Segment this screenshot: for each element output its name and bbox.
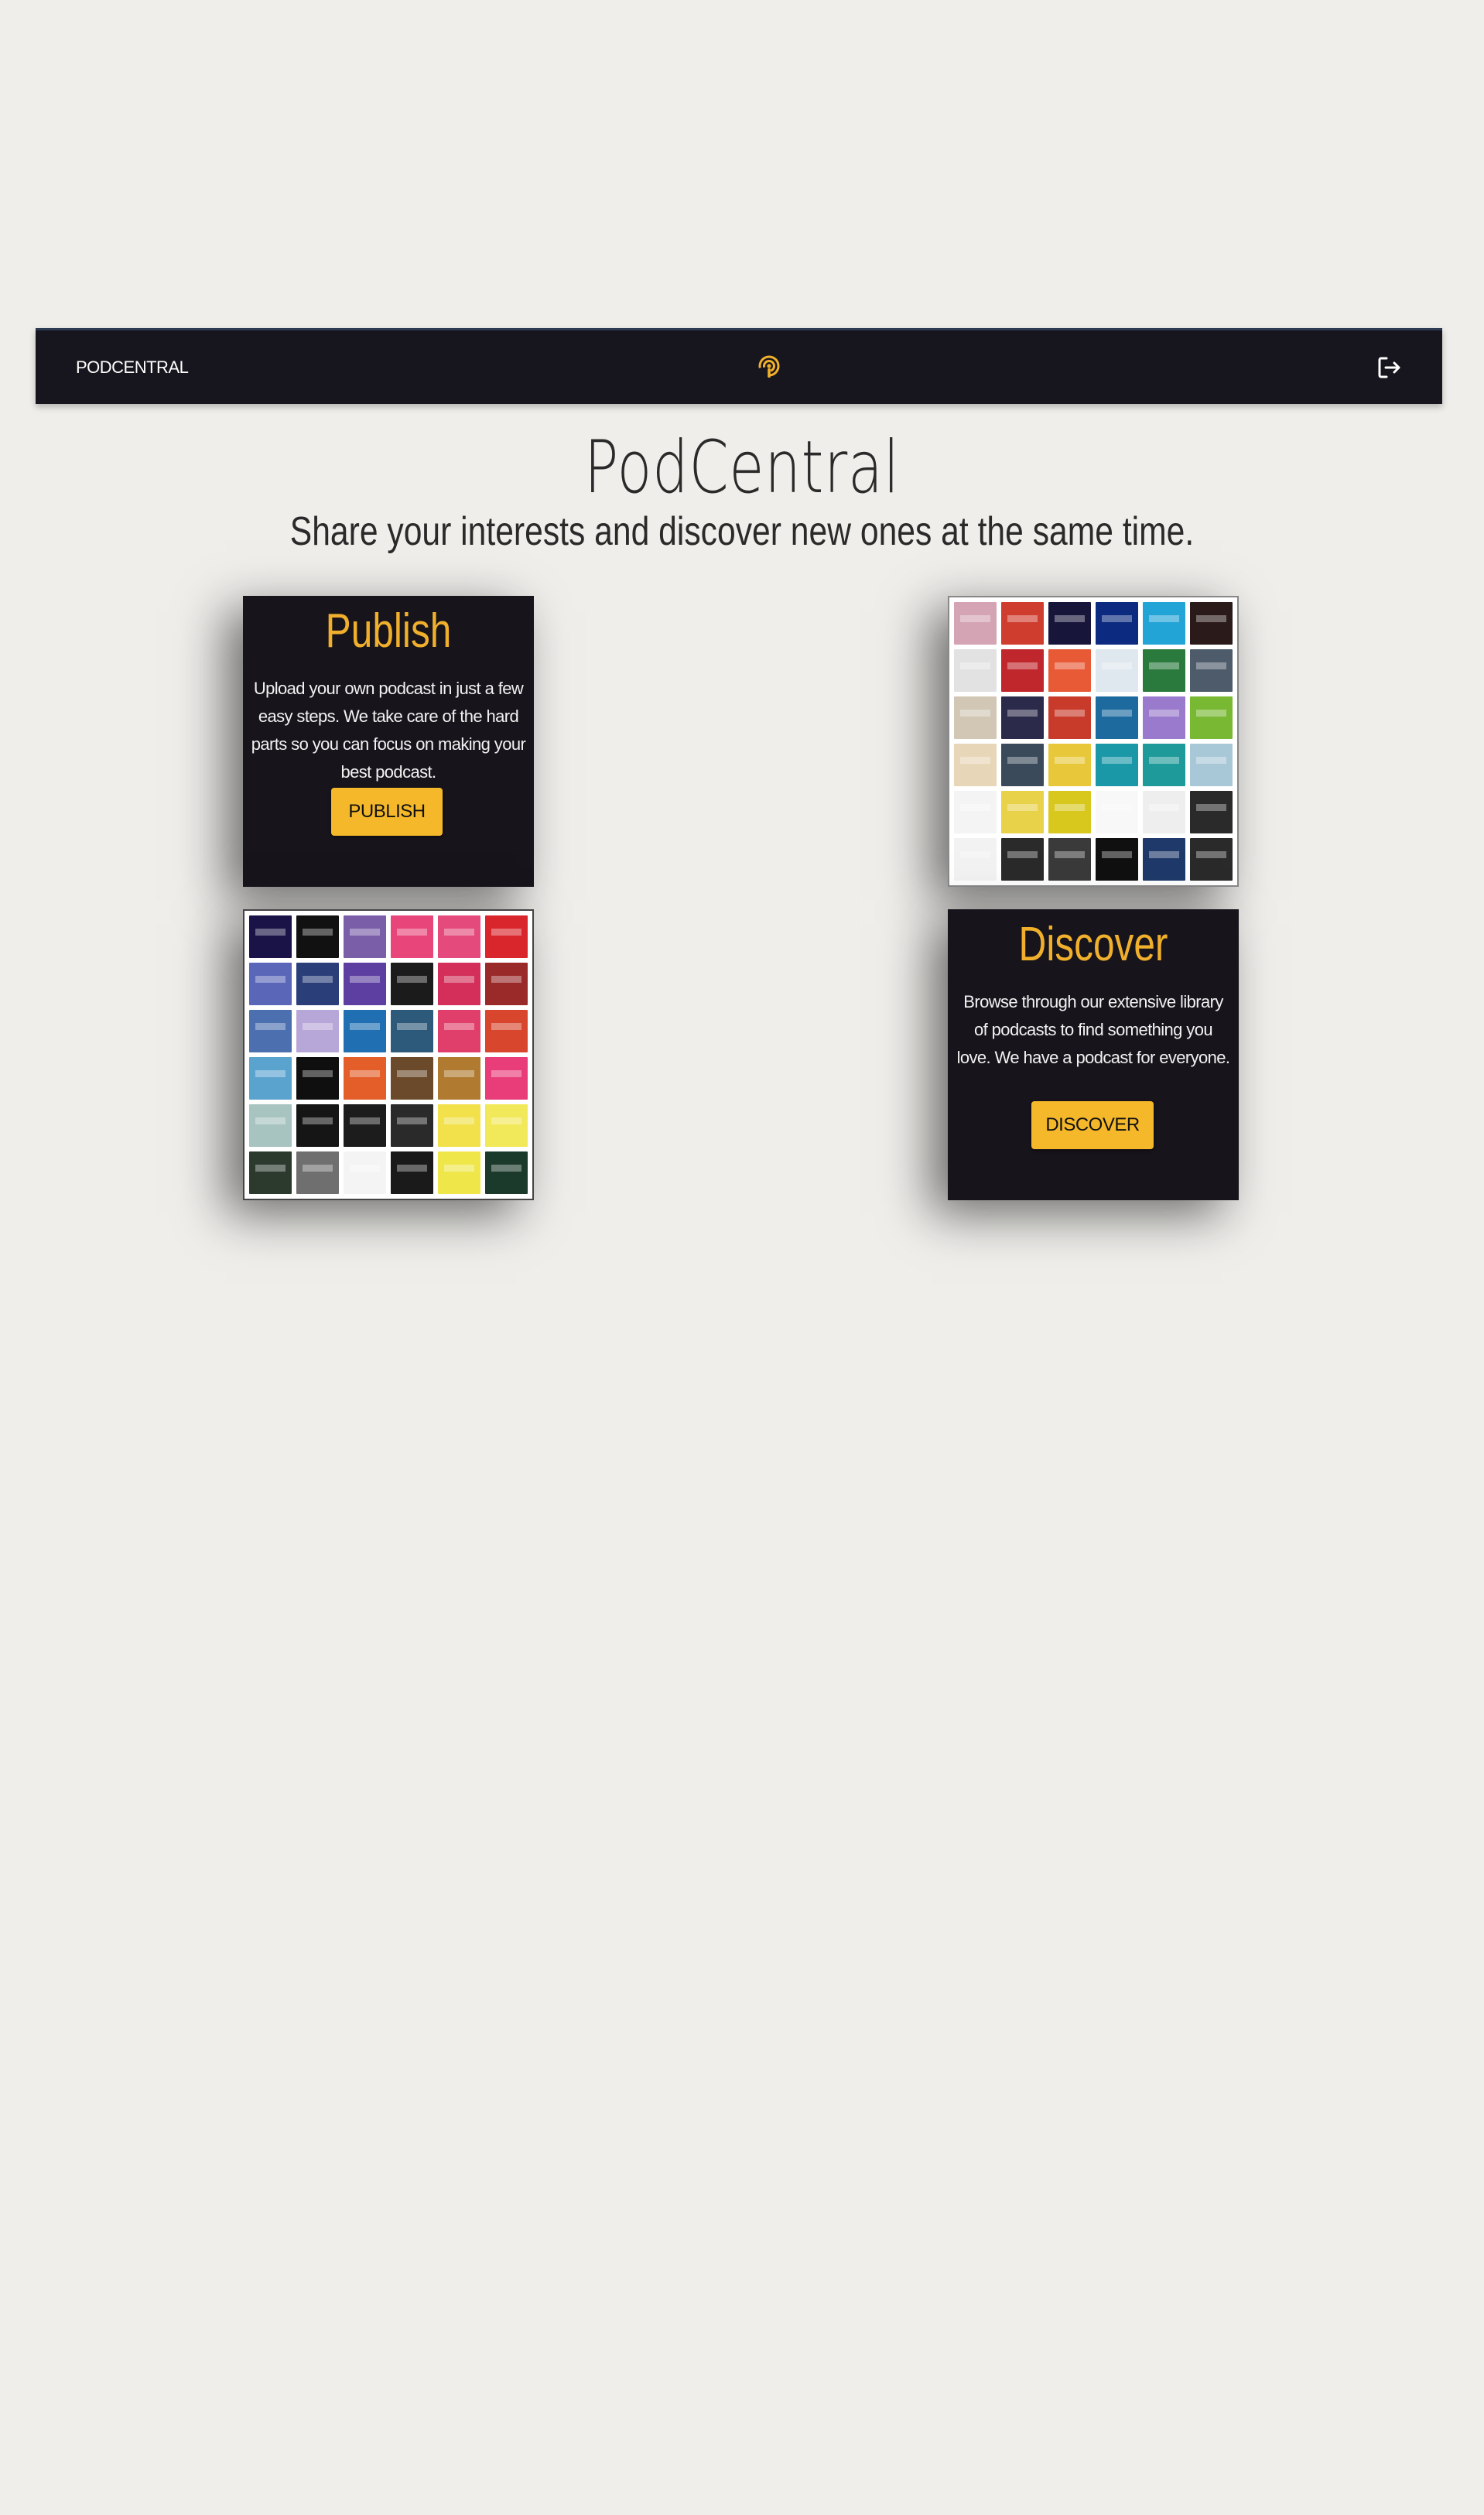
podcast-cover-tile	[391, 1151, 433, 1194]
podcast-cover-tile	[344, 963, 386, 1005]
podcast-cover-tile	[485, 1010, 528, 1052]
podcast-cover-tile	[249, 1151, 292, 1194]
discover-title: Discover	[1018, 918, 1168, 971]
podcast-cover-tile	[954, 602, 997, 645]
podcast-cover-tile	[1048, 838, 1091, 881]
podcast-cover-tile	[1001, 744, 1044, 786]
podcast-cover-tile	[485, 915, 528, 958]
podcast-cover-tile	[954, 791, 997, 833]
podcast-cover-tile	[1048, 602, 1091, 645]
podcast-cover-tile	[1190, 696, 1233, 739]
podcast-cover-tile	[344, 1010, 386, 1052]
podcast-cover-tile	[485, 1151, 528, 1194]
publish-description: Upload your own podcast in just a few ea…	[251, 679, 526, 782]
podcast-cover-tile	[249, 963, 292, 1005]
podcast-cover-tile	[1048, 791, 1091, 833]
podcast-cover-tile	[485, 1104, 528, 1147]
podcast-cover-tile	[1143, 602, 1185, 645]
podcast-cover-tile	[954, 838, 997, 881]
podcast-cover-tile	[1096, 791, 1138, 833]
podcast-cover-tile	[344, 1104, 386, 1147]
podcast-cover-tile	[438, 1104, 480, 1147]
podcast-cover-tile	[391, 1057, 433, 1100]
podcast-cover-tile	[954, 649, 997, 692]
podcast-cover-tile	[438, 963, 480, 1005]
podcast-cover-tile	[485, 963, 528, 1005]
podcast-cover-tile	[1190, 744, 1233, 786]
podcast-cover-tile	[249, 1010, 292, 1052]
podcast-cover-tile	[1190, 602, 1233, 645]
podcast-cover-tile	[1143, 791, 1185, 833]
publish-card: Publish Upload your own podcast in just …	[243, 596, 534, 887]
podcast-cover-tile	[954, 744, 997, 786]
podcast-cover-tile	[391, 915, 433, 958]
podcast-cover-tile	[344, 1151, 386, 1194]
podcast-cover-tile	[1143, 744, 1185, 786]
podcast-cover-tile	[1001, 602, 1044, 645]
podcast-cover-tile	[1096, 602, 1138, 645]
podcast-cover-tile	[1143, 649, 1185, 692]
podcast-cover-tile	[485, 1057, 528, 1100]
page-subtitle: Share your interests and discover new on…	[289, 509, 1195, 554]
podcast-cover-tile	[296, 963, 339, 1005]
podcast-cover-tile	[249, 1057, 292, 1100]
podcast-cover-tile	[1001, 696, 1044, 739]
podcast-cover-tile	[438, 915, 480, 958]
podcast-cover-tile	[1143, 838, 1185, 881]
podcast-cover-tile	[296, 1057, 339, 1100]
podcast-cover-tile	[1001, 791, 1044, 833]
podcast-cover-tile	[391, 963, 433, 1005]
podcast-cover-tile	[296, 1010, 339, 1052]
podcast-collage-image	[243, 909, 534, 1200]
podcast-cover-tile	[249, 915, 292, 958]
podcast-cover-tile	[1048, 649, 1091, 692]
discover-button[interactable]: DISCOVER	[1031, 1101, 1154, 1149]
podcast-cover-tile	[344, 1057, 386, 1100]
podcast-cover-tile	[391, 1104, 433, 1147]
publish-title: Publish	[325, 604, 452, 658]
podcast-cover-tile	[296, 1151, 339, 1194]
podcast-cover-tile	[1143, 696, 1185, 739]
podcast-cover-tile	[344, 915, 386, 958]
podcast-cover-tile	[438, 1010, 480, 1052]
podcast-cover-tile	[249, 1104, 292, 1147]
podcast-cover-tile	[1048, 744, 1091, 786]
podcast-cover-tile	[1001, 649, 1044, 692]
podcast-icon	[758, 355, 780, 378]
podcast-cover-tile	[1096, 649, 1138, 692]
podcast-cover-tile	[1001, 838, 1044, 881]
podcast-cover-tile	[1096, 838, 1138, 881]
podcast-cover-tile	[1190, 838, 1233, 881]
podcast-cover-tile	[438, 1151, 480, 1194]
discover-description: Browse through our extensive library of …	[956, 992, 1230, 1067]
podcast-cover-tile	[954, 696, 997, 739]
podcast-cover-tile	[1096, 744, 1138, 786]
logout-icon[interactable]	[1376, 354, 1404, 382]
podcast-cover-tile	[1048, 696, 1091, 739]
publish-button[interactable]: PUBLISH	[331, 788, 443, 836]
navbar: PODCENTRAL	[36, 328, 1442, 404]
discover-card: Discover Browse through our extensive li…	[948, 909, 1239, 1200]
brand-logo-text[interactable]: PODCENTRAL	[76, 330, 189, 404]
podcast-cover-tile	[296, 1104, 339, 1147]
podcast-cover-tile	[438, 1057, 480, 1100]
podcast-cover-tile	[391, 1010, 433, 1052]
podcast-cover-tile	[1190, 649, 1233, 692]
podcast-cover-tile	[1190, 791, 1233, 833]
podcast-cover-tile	[296, 915, 339, 958]
podcast-collage-image	[948, 596, 1239, 887]
podcast-cover-tile	[1096, 696, 1138, 739]
